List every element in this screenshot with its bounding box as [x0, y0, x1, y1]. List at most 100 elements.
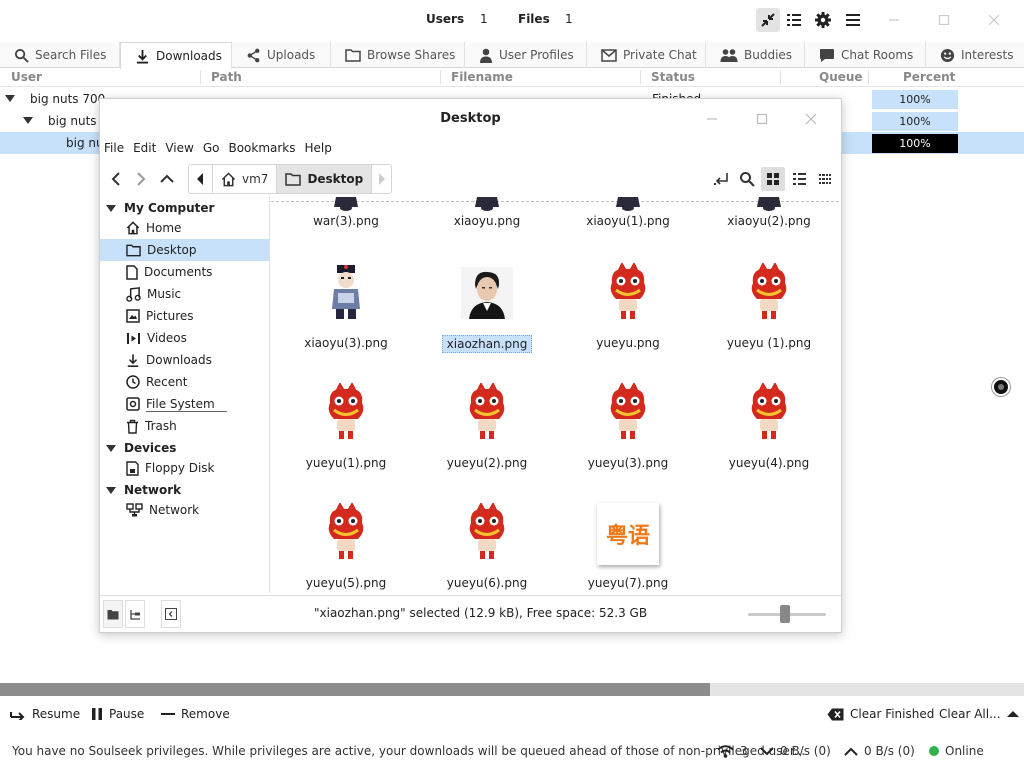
clear-finished-button[interactable]: Clear Finished	[827, 707, 934, 721]
tab-uploads[interactable]: Uploads	[232, 42, 331, 68]
horizontal-scrollbar[interactable]	[0, 683, 1024, 696]
sidebar-item-trash[interactable]: Trash	[100, 415, 269, 437]
show-tree-button[interactable]	[125, 600, 145, 628]
upload-speed[interactable]: 0 B/s (0)	[844, 744, 915, 758]
section-my-computer[interactable]: My Computer	[106, 201, 214, 215]
file-item[interactable]: yueyu(6).png	[422, 501, 552, 593]
fm-search-button[interactable]	[735, 167, 759, 191]
menu-go[interactable]: Go	[203, 141, 220, 159]
menu-help[interactable]: Help	[305, 141, 332, 159]
buddies-icon	[720, 49, 738, 62]
pause-button[interactable]: Pause	[91, 707, 144, 721]
transfer-actions: Resume Pause Remove Clear Finished Clear…	[0, 702, 1024, 728]
file-item[interactable]: 粤语 yueyu(7).png	[563, 501, 693, 593]
breadcrumb-prev-button[interactable]	[189, 165, 213, 193]
sidebar-item-file-system[interactable]: File System	[100, 393, 269, 415]
hide-sidebar-button[interactable]	[161, 600, 181, 628]
grid-icon	[767, 173, 779, 185]
show-places-button[interactable]	[103, 600, 123, 628]
breadcrumb-vm7[interactable]: vm7	[213, 165, 278, 193]
file-item[interactable]: yueyu(5).png	[281, 501, 411, 593]
file-item[interactable]: xiaoyu(3).png	[281, 261, 411, 371]
up-button[interactable]	[156, 167, 178, 191]
zoom-slider[interactable]	[748, 605, 826, 623]
column-filename[interactable]: Filename	[451, 70, 513, 84]
toggle-location-button[interactable]	[709, 167, 733, 191]
download-speed[interactable]: 0 B/s (0)	[760, 744, 831, 758]
column-path[interactable]: Path	[211, 70, 242, 84]
file-item[interactable]: xiaoyu(1).png	[563, 197, 693, 249]
menu-file[interactable]: File	[104, 141, 124, 159]
icon-view-button[interactable]	[761, 167, 785, 191]
tab-private-chat[interactable]: Private Chat	[587, 42, 706, 68]
fm-minimize-button[interactable]	[702, 109, 722, 129]
file-item[interactable]: xiaoyu(2).png	[704, 197, 834, 249]
sidebar-item-floppy-disk[interactable]: Floppy Disk	[100, 457, 269, 479]
list-view-button[interactable]	[782, 8, 806, 32]
sidebar-item-downloads[interactable]: Downloads	[100, 349, 269, 371]
section-devices[interactable]: Devices	[106, 441, 176, 455]
sidebar-item-documents[interactable]: Documents	[100, 261, 269, 283]
menu-bookmarks[interactable]: Bookmarks	[228, 141, 295, 159]
tab-user-profiles[interactable]: User Profiles	[465, 42, 587, 68]
section-network[interactable]: Network	[106, 483, 181, 497]
column-percent[interactable]: Percent	[903, 70, 955, 84]
online-status[interactable]: Online	[929, 744, 984, 758]
sidebar-item-recent[interactable]: Recent	[100, 371, 269, 393]
menu-view[interactable]: View	[165, 141, 193, 159]
main-menu-button[interactable]	[841, 8, 865, 32]
file-name-label: war(3).png	[313, 214, 379, 228]
connections-indicator[interactable]: 3	[717, 744, 748, 758]
file-icon-grid: war(3).png xiaoyu.png xiaoyu(1).png xiaoyu(…	[271, 197, 839, 593]
column-user[interactable]: User	[11, 70, 42, 84]
settings-button[interactable]	[811, 8, 835, 32]
chevron-right-icon	[137, 172, 146, 186]
scrollbar-thumb[interactable]	[0, 683, 710, 696]
tab-browse-shares[interactable]: Browse Shares	[331, 42, 465, 68]
remove-button[interactable]: Remove	[161, 707, 230, 721]
forward-button[interactable]	[130, 167, 152, 191]
tab-buddies[interactable]: Buddies	[706, 42, 805, 68]
file-item[interactable]: yueyu (1).png	[704, 261, 834, 371]
file-item[interactable]: yueyu.png	[563, 261, 693, 371]
fm-close-button[interactable]	[801, 109, 821, 129]
file-item[interactable]: war(3).png	[281, 197, 411, 249]
tab-chat-rooms[interactable]: Chat Rooms	[805, 42, 926, 68]
file-item[interactable]: yueyu(4).png	[704, 381, 834, 491]
minimize-button[interactable]	[884, 10, 904, 30]
file-item[interactable]: yueyu(1).png	[281, 381, 411, 491]
tab-downloads[interactable]: Downloads	[120, 42, 232, 69]
list-view-button[interactable]	[787, 167, 811, 191]
breadcrumb-next-button[interactable]	[372, 165, 391, 193]
lion-dance-icon	[328, 501, 364, 559]
tab-search-files[interactable]: Search Files	[0, 42, 120, 68]
close-button[interactable]	[984, 10, 1004, 30]
tab-interests[interactable]: Interests	[926, 42, 1024, 68]
file-item[interactable]: yueyu(2).png	[422, 381, 552, 491]
section-label: Network	[124, 483, 182, 497]
sidebar-item-desktop[interactable]: Desktop	[100, 239, 269, 261]
fm-maximize-button[interactable]	[752, 109, 772, 129]
expand-icon[interactable]	[23, 117, 33, 124]
resume-button[interactable]: Resume	[10, 707, 80, 721]
maximize-button[interactable]	[934, 10, 954, 30]
clear-all-button[interactable]: Clear All...	[939, 707, 1019, 721]
sidebar-item-network[interactable]: Network	[100, 499, 269, 521]
sidebar-item-home[interactable]: Home	[100, 217, 269, 239]
file-item[interactable]: xiaoyu.png	[422, 197, 552, 249]
column-queue[interactable]: Queue	[819, 70, 863, 84]
column-status[interactable]: Status	[651, 70, 695, 84]
redo-icon	[10, 712, 25, 720]
breadcrumb-desktop[interactable]: Desktop	[277, 165, 373, 193]
menu-edit[interactable]: Edit	[133, 141, 156, 159]
compact-view-button[interactable]	[813, 167, 837, 191]
sidebar-item-videos[interactable]: Videos	[100, 327, 269, 349]
expand-icon[interactable]	[5, 95, 15, 102]
file-item[interactable]: yueyu(3).png	[563, 381, 693, 491]
file-item[interactable]: xiaozhan.png	[422, 261, 552, 371]
sidebar-item-music[interactable]: Music	[100, 283, 269, 305]
sidebar-item-pictures[interactable]: Pictures	[100, 305, 269, 327]
collapse-button[interactable]	[756, 8, 780, 32]
back-button[interactable]	[105, 167, 127, 191]
zoom-slider-handle[interactable]	[780, 605, 790, 623]
